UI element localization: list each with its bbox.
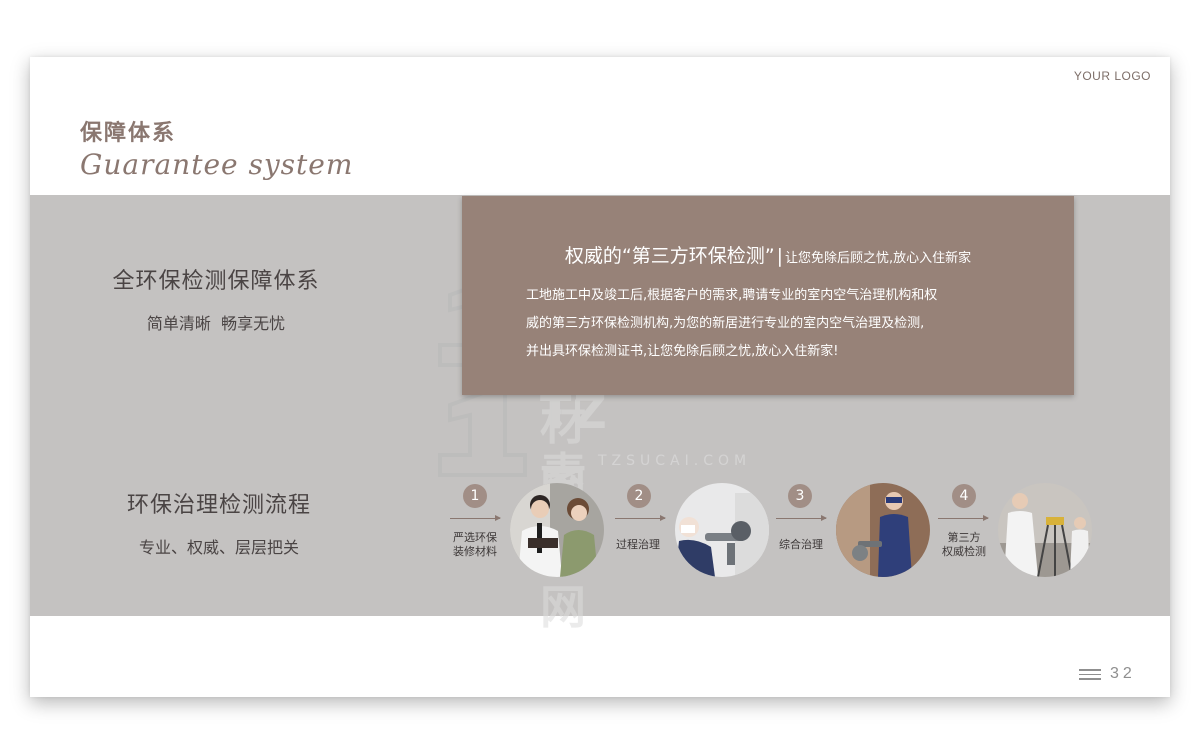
section-process-subtitle: 专业、权威、层层把关 [138,538,299,557]
info-body-line: 工地施工中及竣工后,根据客户的需求,聘请专业的室内空气治理机构和权 [526,288,938,303]
slide: YOUR LOGO 保障体系 Guarantee system 全环保检测保障体… [30,57,1170,697]
step-4-number: 4 [952,484,976,508]
page-title: 保障体系 [80,121,177,146]
info-heading: 权威的“第三方环保检测” | 让您免除后顾之忧,放心入住新家 [462,241,1074,268]
step-1-arrow [450,515,501,521]
info-heading-sub: 让您免除后顾之忧,放心入住新家 [784,251,972,266]
step-1-number: 1 [463,484,487,508]
step-2-label: 过程治理 [616,538,660,551]
info-body-line: 并出具环保检测证书,让您免除后顾之忧,放心入住新家! [526,344,839,359]
info-body: 工地施工中及竣工后,根据客户的需求,聘请专业的室内空气治理机构和权 威的第三方环… [526,282,1026,366]
step-3-number: 3 [788,484,812,508]
step-1-label: 严选环保 装修材料 [453,531,497,558]
logo-text: YOUR LOGO [1073,69,1151,83]
step-4-photo [998,483,1092,577]
info-body-line: 威的第三方环保检测机构,为您的新居进行专业的室内空气治理及检测, [526,316,925,331]
page-subtitle-english: Guarantee system [80,148,354,181]
step-1-photo [510,483,604,577]
step-2-number: 2 [627,484,651,508]
step-3-label: 综合治理 [779,538,823,551]
section-process-heading: 环保治理检测流程 [126,493,311,518]
step-2-arrow [615,515,666,521]
step-2-photo [675,483,769,577]
step-3-photo [836,483,930,577]
watermark-url: TZSUCAI.COM [598,453,752,469]
section-guarantee-heading: 全环保检测保障体系 [112,269,320,294]
page-number: 32 [1110,665,1136,682]
info-box: 权威的“第三方环保检测” | 让您免除后顾之忧,放心入住新家 工地施工中及竣工后,根… [462,196,1074,395]
hamburger-menu-icon[interactable] [1079,669,1101,683]
step-4-label: 第三方 权威检测 [942,531,986,558]
info-heading-main: 权威的“第三方环保检测” [564,245,775,267]
step-4-arrow [938,515,989,521]
heading-divider: | [776,245,783,267]
step-3-arrow [776,515,827,521]
section-guarantee-subtitle: 简单清晰 畅享无忧 [146,314,286,333]
